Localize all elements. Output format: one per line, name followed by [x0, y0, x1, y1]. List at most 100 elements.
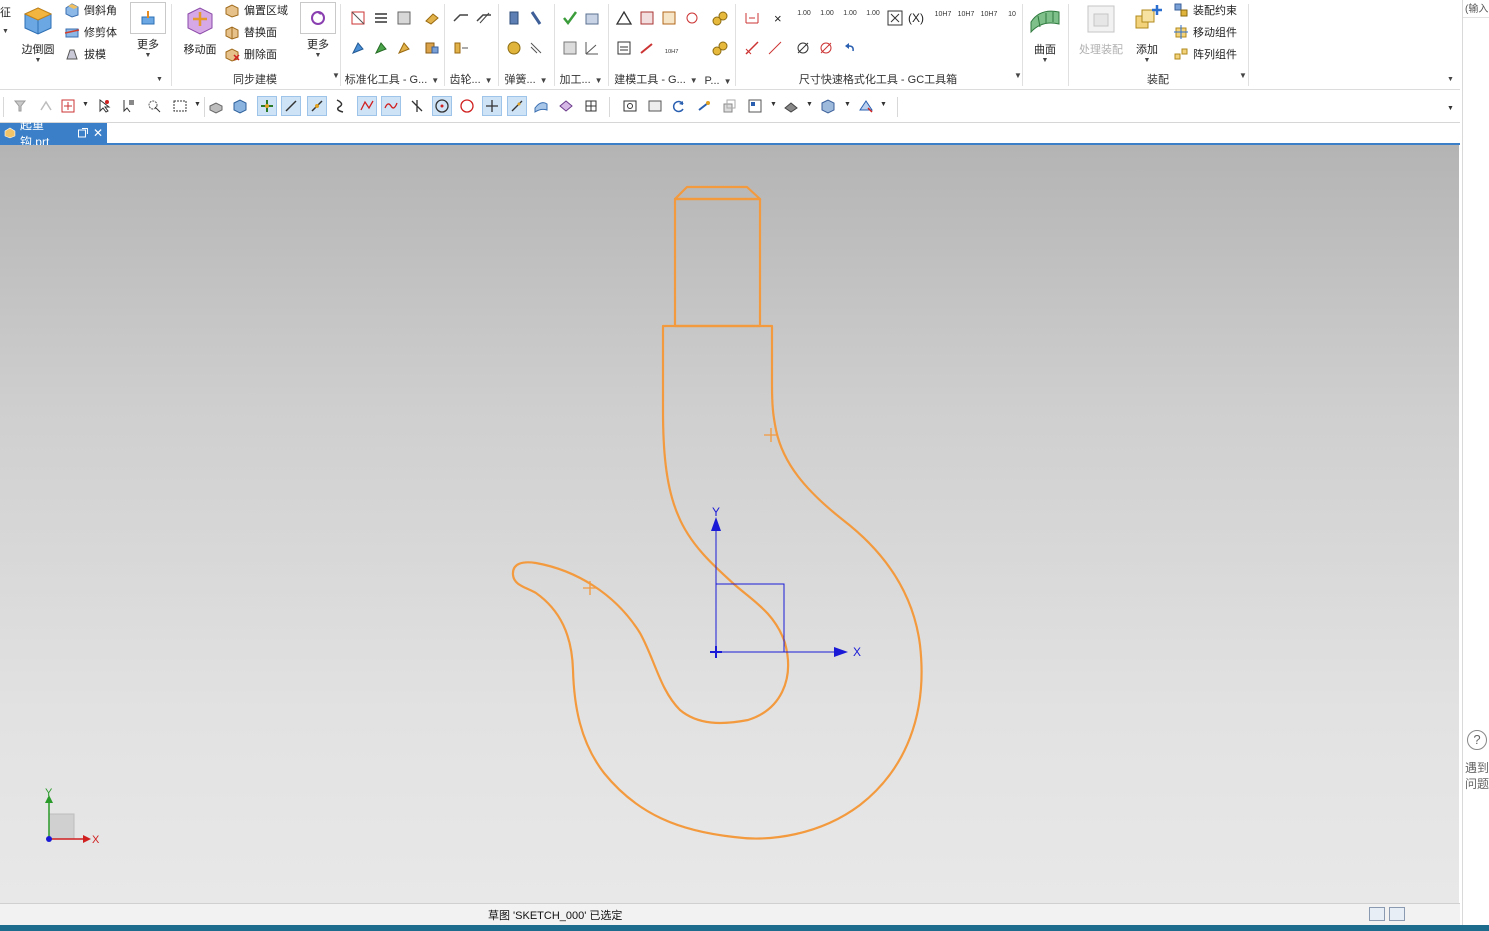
chevron-down-icon[interactable]: ▼ — [1125, 57, 1169, 65]
close-format-button[interactable]: × — [774, 8, 782, 28]
fit-view-icon[interactable] — [620, 96, 640, 116]
modeling-tool-icon-4[interactable] — [683, 9, 701, 27]
standard-tools-group-title[interactable]: 标准化工具 - G... ▼ — [341, 71, 443, 87]
fullscreen-icon[interactable] — [1389, 907, 1405, 921]
paren-x-button[interactable]: (X) — [908, 8, 924, 28]
modeling-tool-icon-3[interactable] — [660, 9, 678, 27]
chevron-down-icon[interactable]: ▼ — [296, 52, 340, 60]
offset-region-button[interactable]: 偏置区域 — [224, 0, 288, 20]
modeling-tool-icon-5[interactable] — [615, 39, 633, 57]
chevron-down-icon[interactable]: ▼ — [82, 101, 89, 108]
chevron-down-icon[interactable]: ▼ — [880, 101, 887, 108]
snap-icon[interactable] — [36, 96, 56, 116]
std-tool-icon-5[interactable] — [349, 39, 367, 57]
snap-surface-icon[interactable] — [531, 96, 551, 116]
spring-tool-icon-3[interactable] — [505, 39, 523, 57]
chevron-down-icon[interactable]: ▼ — [770, 101, 777, 108]
more-button-features[interactable]: 更多 ▼ — [126, 2, 170, 60]
machining-tool-icon-2[interactable] — [561, 39, 579, 57]
snap-intersection-icon[interactable] — [407, 96, 427, 116]
tolerance-format-icon[interactable]: 10H7 — [955, 11, 977, 18]
tolerance-format-icon[interactable]: 10 — [1001, 11, 1023, 18]
perspective-icon[interactable] — [719, 96, 739, 116]
close-tab-icon[interactable]: ✕ — [93, 126, 103, 140]
trim-body-button[interactable]: 修剪体 — [64, 22, 117, 42]
feature-select-icon[interactable] — [118, 96, 138, 116]
diameter-icon-2[interactable] — [817, 39, 835, 57]
graphics-window[interactable]: X Y X Y — [0, 145, 1459, 903]
views-icon[interactable] — [745, 96, 765, 116]
machining-tool-icon-3[interactable] — [583, 39, 601, 57]
dim-tool-icon-2[interactable] — [743, 39, 761, 57]
pattern-component-button[interactable]: 阵列组件 — [1173, 44, 1237, 64]
add-component-button[interactable]: 添加 ▼ — [1125, 2, 1169, 65]
grid-icon[interactable] — [581, 96, 601, 116]
rotate-icon[interactable] — [669, 96, 689, 116]
assembly-group-title[interactable]: 装配 ▼ — [1069, 71, 1247, 87]
std-tool-icon-3[interactable] — [395, 9, 413, 27]
zoom-icon[interactable] — [645, 96, 665, 116]
dimension-format-icon[interactable]: 1.00 — [840, 10, 860, 18]
std-tool-icon-1[interactable] — [349, 9, 367, 27]
select-filter-icon[interactable] — [10, 96, 30, 116]
chevron-down-icon[interactable]: ▼ — [194, 101, 201, 108]
p-tool-icon-2[interactable] — [711, 39, 729, 57]
group-expand-icon[interactable]: ▼ — [156, 76, 163, 84]
help-text[interactable]: 遇到问题 — [1465, 760, 1489, 792]
chamfer-button[interactable]: 倒斜角 — [64, 0, 117, 20]
more-button-sync[interactable]: 更多 ▼ — [296, 2, 340, 60]
modeling-tools-group-title[interactable]: 建模工具 - G... ▼ — [609, 71, 703, 87]
replace-face-button[interactable]: 替换面 — [224, 22, 277, 42]
snap-quadrant-icon[interactable] — [457, 96, 477, 116]
delete-face-button[interactable]: 删除面 — [224, 44, 277, 64]
snap-arc-center-icon[interactable] — [432, 96, 452, 116]
toolbar-options-icon[interactable]: ▼ — [1447, 105, 1454, 112]
spring-tool-icon-4[interactable] — [527, 39, 545, 57]
move-face-button[interactable]: 移动面 — [178, 2, 222, 57]
chevron-down-icon[interactable]: ▼ — [2, 28, 9, 36]
snap-midpoint-icon[interactable] — [307, 96, 327, 116]
snap-control-point-icon[interactable] — [357, 96, 377, 116]
modeling-tool-icon-2[interactable] — [638, 9, 656, 27]
rendering-style-icon[interactable] — [781, 96, 801, 116]
selection-filter-status-icon[interactable] — [1369, 907, 1385, 921]
point-markers[interactable] — [583, 428, 778, 595]
tolerance-format-icon[interactable]: 10H7 — [932, 11, 954, 18]
select-type-icon[interactable] — [58, 96, 78, 116]
dimension-format-icon[interactable]: 1.00 — [863, 10, 883, 18]
snap-line-icon[interactable] — [281, 96, 301, 116]
dimension-format-icon[interactable]: 1.00 — [817, 10, 837, 18]
dimension-format-icon[interactable]: 1.00 — [794, 10, 814, 18]
machining-tool-icon[interactable] — [583, 9, 601, 27]
p-group-title[interactable]: P... ▼ — [703, 75, 733, 87]
body-icon[interactable] — [206, 96, 226, 116]
std-tool-icon-7[interactable] — [395, 39, 413, 57]
snap-point-on-curve-icon[interactable] — [507, 96, 527, 116]
machining-group-title[interactable]: 加工... ▼ — [555, 71, 607, 87]
move-component-button[interactable]: 移动组件 — [1173, 22, 1237, 42]
gears-group-title[interactable]: 齿轮... ▼ — [445, 71, 497, 87]
gear-tool-icon-3[interactable] — [452, 39, 470, 57]
group-expand-icon[interactable]: ▼ — [332, 71, 340, 80]
snap-existing-point-icon[interactable] — [482, 96, 502, 116]
solid-icon[interactable] — [230, 96, 250, 116]
ribbon-options-icon[interactable]: ▼ — [1447, 76, 1454, 84]
draft-button[interactable]: 拔模 — [64, 44, 106, 64]
help-icon[interactable]: ? — [1467, 730, 1487, 750]
snap-endpoint-icon[interactable] — [257, 96, 277, 116]
command-finder-input[interactable]: (输入 — [1463, 0, 1489, 18]
snap-on-curve-icon[interactable] — [381, 96, 401, 116]
ribbon-cut-label[interactable]: 征 — [0, 2, 11, 22]
sketch-canvas[interactable]: X Y X Y — [0, 145, 1459, 903]
edit-section-icon[interactable] — [856, 96, 876, 116]
chevron-down-icon[interactable]: ▼ — [16, 57, 60, 65]
assembly-constraint-button[interactable]: 装配约束 — [1173, 0, 1237, 20]
pointer-icon[interactable] — [94, 96, 114, 116]
check-icon[interactable] — [561, 9, 579, 27]
snap-bounded-grid-icon[interactable] — [556, 96, 576, 116]
spring-tool-icon-1[interactable] — [505, 9, 523, 27]
dim-tool-icon[interactable] — [743, 9, 761, 27]
std-tool-icon-6[interactable] — [372, 39, 390, 57]
dim-tool-icon-3[interactable] — [766, 39, 784, 57]
cube-view-icon[interactable] — [818, 96, 838, 116]
